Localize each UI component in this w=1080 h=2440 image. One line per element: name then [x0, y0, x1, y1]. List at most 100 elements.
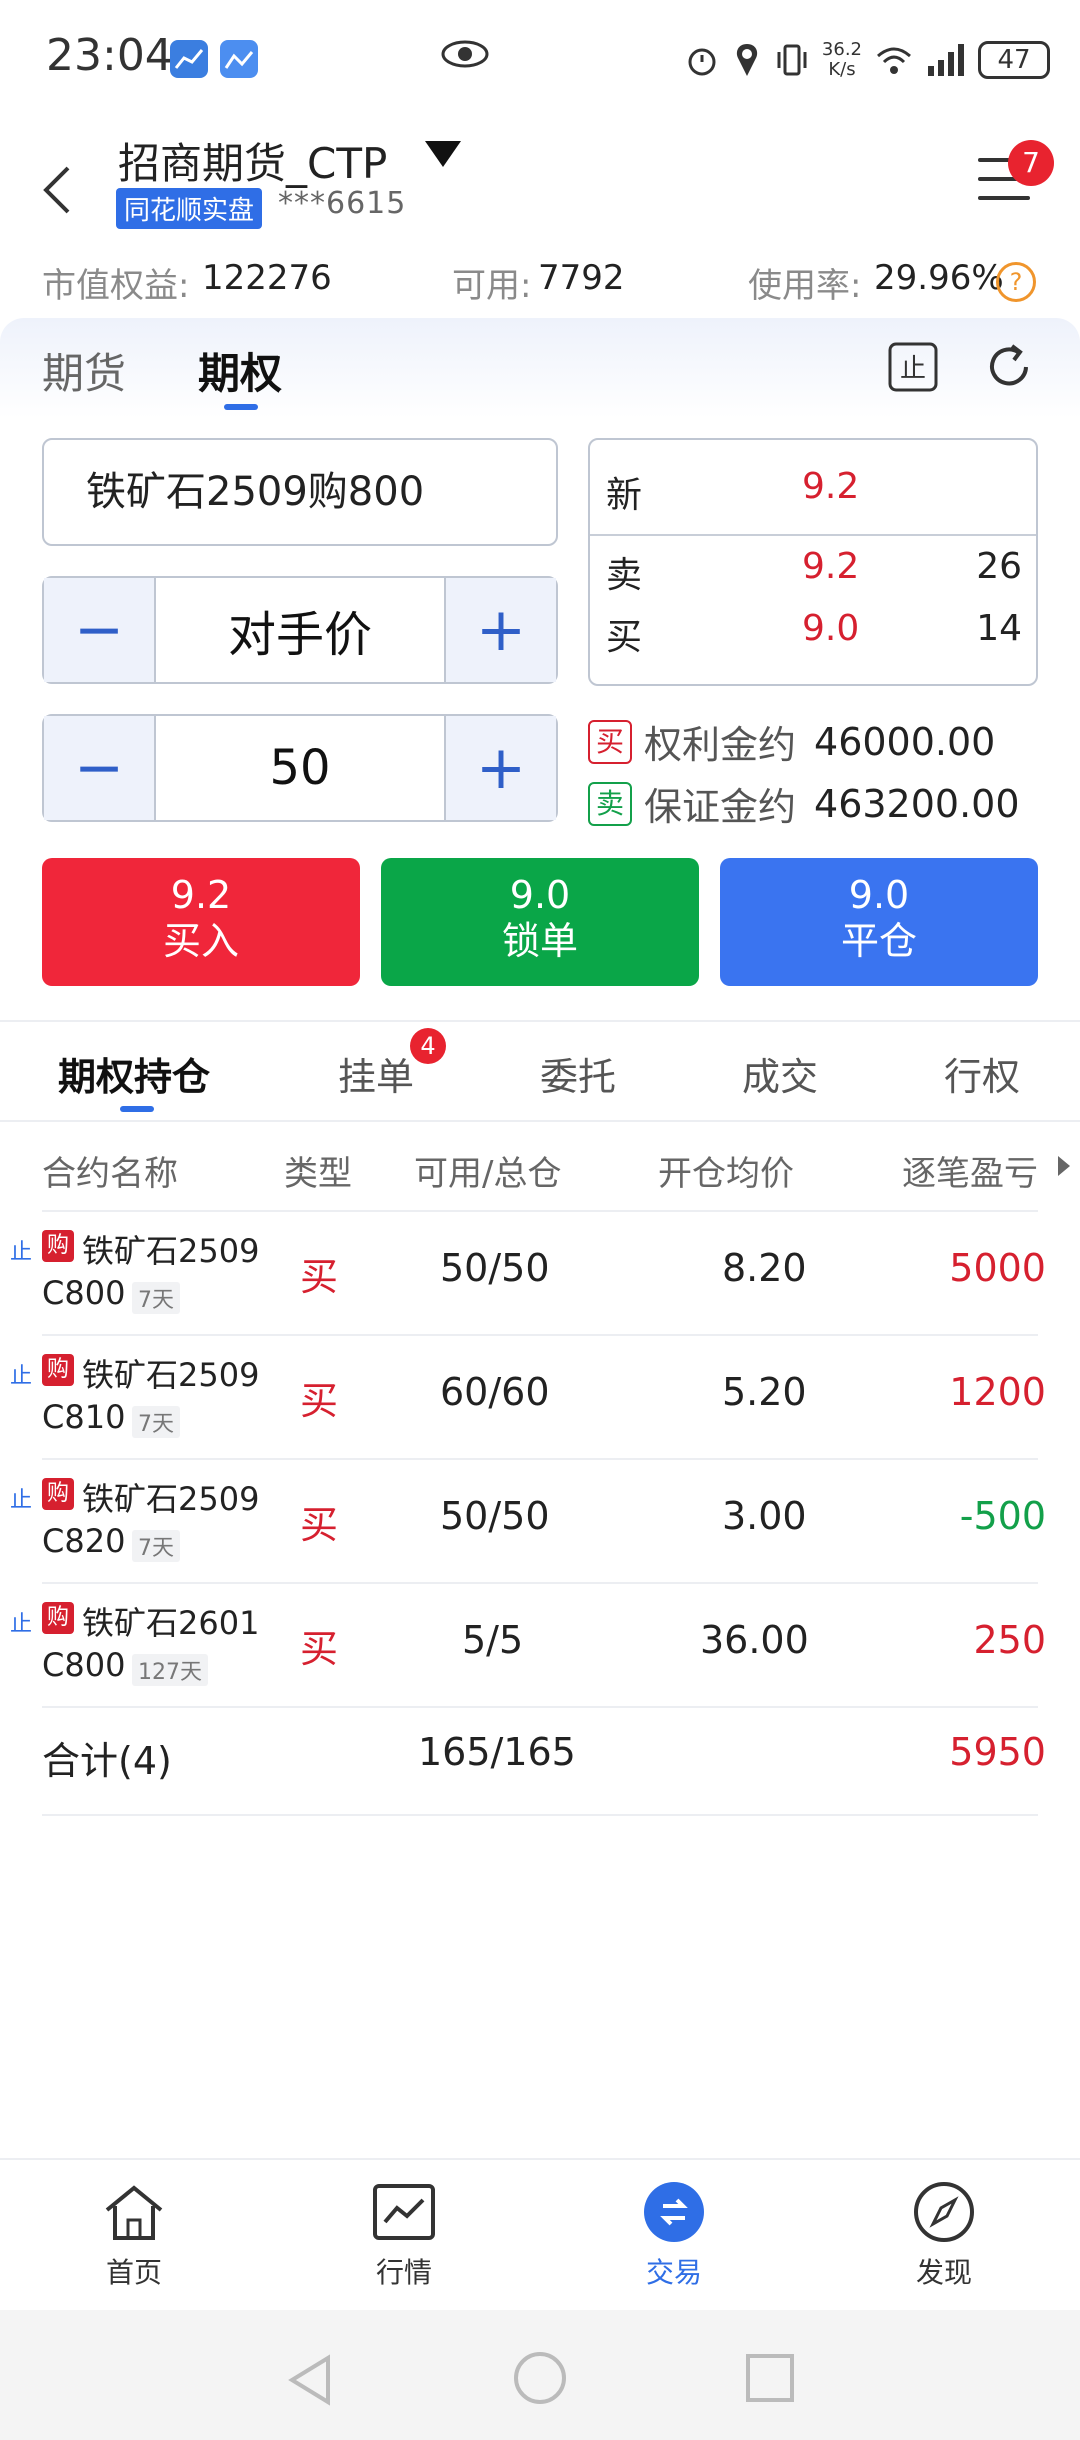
pnl-value: -500 — [959, 1494, 1046, 1538]
col-type: 类型 — [284, 1154, 352, 1194]
deposit-label: 保证金约 — [644, 785, 797, 829]
vibrate-icon — [777, 44, 807, 76]
svg-text:止: 止 — [900, 354, 926, 384]
qty-value: 50/50 — [440, 1494, 550, 1538]
account-tag: 同花顺实盘 — [116, 188, 263, 229]
qty-plus-button[interactable]: + — [446, 716, 556, 820]
contract-strike: C800 — [42, 1646, 126, 1684]
contract-name: 铁矿石2601 — [82, 1604, 260, 1642]
stop-loss-icon[interactable]: 止 — [886, 340, 940, 394]
battery-icon: 47 — [978, 41, 1050, 79]
account-name[interactable]: 招商期货_CTP — [118, 130, 387, 191]
nav-discover[interactable]: 发现 — [874, 2180, 1014, 2291]
table-row[interactable]: 止 购 铁矿石2509 C800 7天 买 50/50 8.20 5000 — [0, 1212, 1080, 1334]
tab-exercise[interactable]: 行权 — [944, 1046, 1020, 1101]
qty-value: 60/60 — [440, 1370, 550, 1414]
tab-holdings[interactable]: 期权持仓 — [58, 1046, 210, 1101]
location-icon — [736, 44, 758, 76]
type-value: 买 — [300, 1627, 339, 1671]
stop-icon: 止 — [10, 1612, 33, 1637]
tab-options[interactable]: 期权 — [198, 340, 282, 401]
account-dropdown-icon[interactable] — [425, 141, 461, 167]
stop-icon: 止 — [10, 1488, 33, 1513]
quantity-stepper: − 50 + — [42, 714, 558, 822]
nav-home[interactable]: 首页 — [64, 2180, 204, 2291]
price-plus-button[interactable]: + — [446, 578, 556, 682]
app-notification-icon — [170, 40, 208, 78]
qty-value: 50/50 — [440, 1246, 550, 1290]
system-recents-icon[interactable] — [744, 2352, 796, 2404]
available-value: 7792 — [538, 258, 625, 298]
nav-market[interactable]: 行情 — [334, 2180, 474, 2291]
chart-notification-icon — [220, 40, 258, 78]
deposit-value: 463200.00 — [814, 781, 1020, 826]
contract-strike: C800 — [42, 1274, 126, 1312]
qty-minus-button[interactable]: − — [44, 716, 154, 820]
call-tag: 购 — [42, 1602, 74, 1634]
call-tag: 购 — [42, 1478, 74, 1510]
col-qty: 可用/总仓 — [414, 1154, 562, 1194]
system-nav-bar — [0, 2310, 1080, 2440]
back-icon[interactable] — [38, 160, 78, 220]
wifi-icon — [877, 47, 911, 74]
system-back-icon[interactable] — [284, 2352, 334, 2408]
status-right: 36.2 K/s 47 — [684, 30, 1050, 90]
eye-icon — [440, 34, 490, 78]
compass-icon — [914, 2182, 974, 2242]
qty-value: 5/5 — [462, 1618, 524, 1662]
lock-button[interactable]: 9.0 锁单 — [381, 858, 699, 986]
trade-icon — [644, 2182, 704, 2242]
help-icon[interactable]: ? — [996, 262, 1036, 302]
stop-icon: 止 — [10, 1240, 33, 1265]
divider — [42, 1814, 1038, 1816]
days-badge: 7天 — [132, 1530, 180, 1562]
tab-pending[interactable]: 挂单 — [338, 1046, 414, 1101]
deposit-row: 卖 保证金约 463200.00 — [588, 776, 1020, 831]
pending-badge: 4 — [410, 1028, 446, 1064]
refresh-icon[interactable] — [982, 340, 1036, 394]
price-minus-button[interactable]: − — [44, 578, 154, 682]
net-speed: 36.2 K/s — [821, 39, 862, 80]
system-home-icon[interactable] — [512, 2350, 568, 2406]
sell-tag: 卖 — [588, 781, 632, 826]
usage-label: 使用率: — [748, 266, 862, 306]
stop-icon: 止 — [10, 1364, 33, 1389]
quote-panel: 新 9.2 卖 9.2 26 买 9.0 14 — [588, 438, 1038, 686]
quantity-input[interactable]: 50 — [154, 716, 446, 820]
pnl-value: 250 — [973, 1618, 1046, 1662]
buy-button[interactable]: 9.2 买入 — [42, 858, 360, 986]
account-summary: 市值权益: 122276 可用: 7792 使用率: 29.96% ? — [0, 258, 1080, 308]
status-time: 23:04 — [46, 30, 173, 81]
tab-orders[interactable]: 委托 — [540, 1046, 616, 1101]
type-value: 买 — [300, 1379, 339, 1423]
table-row[interactable]: 止 购 铁矿石2601 C800 127天 买 5/5 36.00 250 — [0, 1584, 1080, 1706]
days-badge: 7天 — [132, 1406, 180, 1438]
avg-value: 8.20 — [722, 1246, 807, 1290]
col-pnl[interactable]: 逐笔盈亏 — [902, 1146, 1038, 1195]
avg-value: 5.20 — [722, 1370, 807, 1414]
pnl-value: 1200 — [949, 1370, 1046, 1414]
status-bar: 23:04 36.2 K/s 47 — [0, 0, 1080, 120]
alarm-icon — [688, 48, 716, 76]
tab-futures[interactable]: 期货 — [42, 340, 126, 401]
close-position-button[interactable]: 9.0 平仓 — [720, 858, 1038, 986]
chart-icon — [373, 2184, 435, 2240]
contract-input[interactable]: 铁矿石2509购800 — [42, 438, 558, 546]
scroll-right-icon[interactable] — [1058, 1156, 1070, 1176]
tab-trades[interactable]: 成交 — [742, 1046, 818, 1101]
contract-strike: C820 — [42, 1522, 126, 1560]
type-value: 买 — [300, 1503, 339, 1547]
days-badge: 127天 — [132, 1654, 208, 1686]
table-row[interactable]: 止 购 铁矿石2509 C810 7天 买 60/60 5.20 1200 — [0, 1336, 1080, 1458]
table-row[interactable]: 止 购 铁矿石2509 C820 7天 买 50/50 3.00 -500 — [0, 1460, 1080, 1582]
divider — [0, 1120, 1080, 1122]
col-avg: 开仓均价 — [658, 1154, 794, 1194]
type-value: 买 — [300, 1255, 339, 1299]
nav-trade[interactable]: 交易 — [604, 2180, 744, 2291]
call-tag: 购 — [42, 1354, 74, 1386]
divider — [0, 1020, 1080, 1022]
total-label: 合计(4) — [42, 1739, 172, 1783]
days-badge: 7天 — [132, 1282, 180, 1314]
pnl-value: 5000 — [949, 1246, 1046, 1290]
price-mode[interactable]: 对手价 — [154, 578, 446, 682]
